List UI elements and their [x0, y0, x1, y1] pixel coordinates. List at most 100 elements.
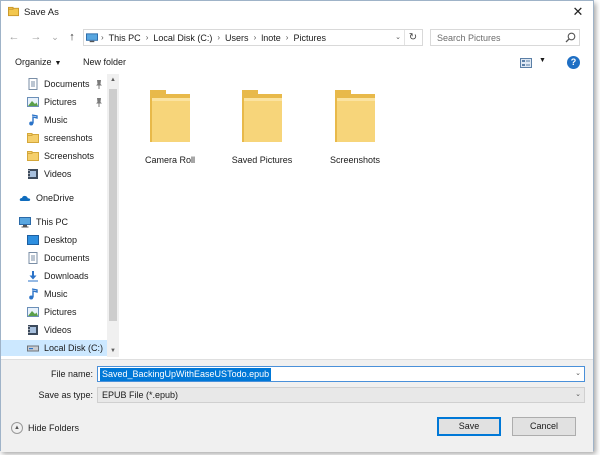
address-dropdown-button[interactable]: ⌄	[392, 30, 404, 45]
folder-icon	[27, 132, 39, 144]
sidebar-scrollbar[interactable]: ▲ ▼	[107, 74, 119, 357]
sidebar-item-label: This PC	[36, 217, 69, 227]
scroll-down-button[interactable]: ▼	[107, 345, 119, 357]
pictures-icon	[27, 96, 39, 108]
sidebar-item[interactable]: Music	[1, 286, 107, 302]
file-list: Camera Roll Saved Pictures Screenshots	[120, 74, 593, 357]
save-as-dialog: Save As ✕ ← → ⌄ ↑ › This PC › Local Disk…	[0, 0, 594, 452]
file-name-field[interactable]: Saved_BackingUpWithEaseUSTodo.epub ⌄	[97, 366, 585, 382]
address-bar[interactable]: › This PC › Local Disk (C:) › Users › ln…	[83, 29, 423, 46]
sidebar-item-label: screenshots	[44, 133, 93, 143]
breadcrumb-local-disk[interactable]: Local Disk (C:)	[149, 33, 216, 43]
computer-icon	[19, 216, 31, 228]
chevron-down-icon[interactable]: ⌄	[575, 368, 581, 380]
sidebar-item[interactable]: Pictures	[1, 94, 107, 110]
sidebar-item[interactable]: Desktop	[1, 232, 107, 248]
view-dropdown-icon[interactable]: ▼	[539, 57, 546, 64]
sidebar-item-label: Local Disk (C:)	[44, 343, 104, 353]
videos-icon	[27, 168, 39, 180]
sidebar-item-label: Videos	[44, 169, 72, 179]
navigation-bar: ← → ⌄ ↑ › This PC › Local Disk (C:) › Us…	[1, 28, 593, 48]
sidebar-item[interactable]: Pictures	[1, 304, 107, 320]
folder-app-icon	[8, 6, 19, 17]
desktop-icon	[27, 234, 39, 246]
help-icon[interactable]: ?	[567, 56, 580, 69]
sidebar-item-label: Pictures	[44, 307, 77, 317]
caret-down-icon: ▼	[54, 60, 62, 67]
drive-icon	[27, 342, 39, 354]
sidebar-item[interactable]: Documents	[1, 250, 107, 266]
search-box[interactable]: Search Pictures	[430, 29, 580, 46]
pin-icon	[95, 97, 103, 107]
close-button[interactable]: ✕	[563, 1, 593, 23]
folder-icon	[335, 90, 375, 142]
sidebar-item-label: Screenshots	[44, 151, 95, 161]
view-options-icon[interactable]	[520, 58, 532, 68]
sidebar-item-label: Music	[44, 115, 68, 125]
breadcrumb: › This PC › Local Disk (C:) › Users › ln…	[86, 30, 330, 45]
up-button[interactable]: ↑	[65, 30, 79, 44]
sidebar-item-label: Documents	[44, 253, 90, 263]
music-icon	[27, 288, 39, 300]
music-icon	[27, 114, 39, 126]
navigation-pane: Documents Pictures Music screenshots Screens…	[1, 74, 119, 357]
new-folder-button[interactable]: New folder	[83, 57, 126, 67]
sidebar-item[interactable]: Music	[1, 112, 107, 128]
sidebar-item[interactable]: Videos	[1, 322, 107, 338]
search-placeholder: Search Pictures	[437, 33, 501, 43]
onedrive-icon	[19, 192, 31, 204]
save-as-type-select[interactable]: EPUB File (*.epub) ⌄	[97, 387, 585, 403]
sidebar-item-label: Documents	[44, 79, 90, 89]
breadcrumb-this-pc[interactable]: This PC	[105, 33, 145, 43]
refresh-button[interactable]: ↻	[404, 30, 421, 45]
sidebar-item[interactable]: Videos	[1, 166, 107, 182]
folder-icon	[242, 90, 282, 142]
downloads-icon	[27, 270, 39, 282]
sidebar-item[interactable]: screenshots	[1, 130, 107, 146]
sidebar-item[interactable]: Downloads	[1, 268, 107, 284]
sidebar-item[interactable]: Local Disk (C:)	[1, 340, 107, 356]
title-bar: Save As ✕	[1, 1, 593, 23]
cancel-button[interactable]: Cancel	[512, 417, 576, 436]
organize-label: Organize	[15, 57, 52, 67]
breadcrumb-pictures[interactable]: Pictures	[289, 33, 330, 43]
hide-folders-button[interactable]: ▲ Hide Folders	[11, 422, 79, 434]
save-panel: File name: Saved_BackingUpWithEaseUSTodo…	[1, 359, 593, 452]
save-as-type-label: Save as type:	[38, 390, 93, 400]
sidebar-item[interactable]: Documents	[1, 76, 107, 92]
folder-label: Camera Roll	[144, 155, 195, 165]
hide-folders-label: Hide Folders	[28, 423, 80, 433]
folder-item[interactable]: Screenshots	[315, 84, 395, 174]
folder-label: Screenshots	[329, 155, 381, 165]
pin-icon	[95, 79, 103, 89]
organize-button[interactable]: Organize ▼	[15, 57, 61, 67]
sidebar-item-label: Pictures	[44, 97, 77, 107]
search-icon	[565, 32, 576, 43]
recent-locations-button[interactable]: ⌄	[48, 30, 62, 44]
pictures-icon	[27, 306, 39, 318]
save-button[interactable]: Save	[437, 417, 501, 436]
window-title: Save As	[24, 7, 59, 18]
chevron-up-icon: ▲	[11, 422, 23, 434]
breadcrumb-users[interactable]: Users	[221, 33, 253, 43]
sidebar-item-label: Music	[44, 289, 68, 299]
sidebar-item-label: Downloads	[44, 271, 89, 281]
breadcrumb-user[interactable]: lnote	[257, 33, 285, 43]
forward-button[interactable]: →	[29, 30, 43, 44]
sidebar-item-label: Desktop	[44, 235, 78, 245]
scrollbar-thumb[interactable]	[109, 89, 117, 321]
folder-icon	[150, 90, 190, 142]
chevron-down-icon: ⌄	[575, 391, 581, 398]
folder-item[interactable]: Saved Pictures	[222, 84, 302, 174]
back-button[interactable]: ←	[7, 30, 21, 44]
command-bar: Organize ▼ New folder ▼ ?	[1, 54, 593, 72]
sidebar-item[interactable]: This PC	[1, 214, 107, 230]
folder-label: Saved Pictures	[231, 155, 293, 165]
sidebar-item[interactable]: Screenshots	[1, 148, 107, 164]
sidebar-item-label: Videos	[44, 325, 72, 335]
scroll-up-button[interactable]: ▲	[107, 74, 119, 86]
folder-item[interactable]: Camera Roll	[130, 84, 210, 174]
videos-icon	[27, 324, 39, 336]
file-name-value: Saved_BackingUpWithEaseUSTodo.epub	[100, 368, 272, 381]
sidebar-item[interactable]: OneDrive	[1, 190, 107, 206]
